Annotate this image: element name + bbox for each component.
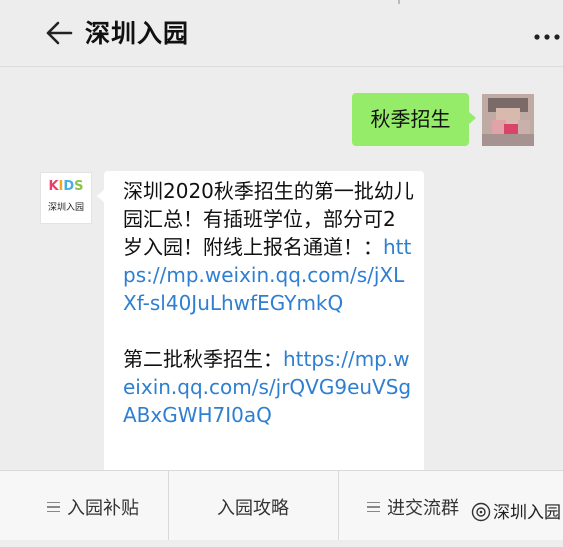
outgoing-message-text: 秋季招生 [370,107,451,131]
incoming-message-bubble: 深圳2020秋季招生的第一批幼儿园汇总！有插班学位，部分可2岁入园！附线上报名通… [97,171,424,513]
bubble-tail [97,189,105,203]
wechat-channel-icon [471,502,491,522]
page-title: 深圳入园 [85,19,190,48]
outgoing-message-bubble[interactable]: 秋季招生 [352,93,476,146]
menu-item-label: 入园攻略 [217,498,289,519]
chat-header: 深圳入园 [0,0,563,67]
menu-item-label: 进交流群 [387,498,459,519]
menu-list-icon [367,501,380,513]
bubble-tail [468,111,476,125]
logo-letter: S [74,179,84,194]
message-paragraph: 深圳2020秋季招生的第一批幼儿园汇总！有插班学位，部分可2岁入园！附线上报名通… [123,177,414,317]
logo-letter: K [48,179,59,194]
menu-item-guide[interactable]: 入园攻略 [168,471,338,540]
chat-area: 秋季招生 KIDS 深圳入园 深圳2020秋季招生的第一批幼儿园汇总！有插班学位… [0,67,563,513]
message-intro: 深圳2020秋季招生的第一批幼儿园汇总！有插班学位，部分可2岁入园！附线上报名通… [123,179,414,259]
message-second-label: 第二批秋季招生： [123,347,283,371]
menu-item-subsidy[interactable]: 入园补贴 [0,471,186,540]
divider [398,0,400,4]
logo-letter: D [63,179,75,194]
avatar-caption: 深圳入园 [47,203,84,213]
watermark-text: 深圳入园 [493,503,561,523]
menu-item-label: 入园补贴 [67,498,139,519]
account-avatar[interactable]: KIDS 深圳入园 [40,172,92,224]
arrow-left-icon[interactable] [44,18,74,48]
user-avatar[interactable] [482,94,534,146]
kids-logo: KIDS [41,179,91,194]
more-dots-icon[interactable] [533,33,561,41]
message-paragraph: 第二批秋季招生：https://mp.weixin.qq.com/s/jrQVG… [123,345,414,429]
menu-list-icon [47,501,60,513]
watermark: 深圳入园 [469,495,561,531]
menu-item-group[interactable]: 进交流群 [338,471,488,540]
